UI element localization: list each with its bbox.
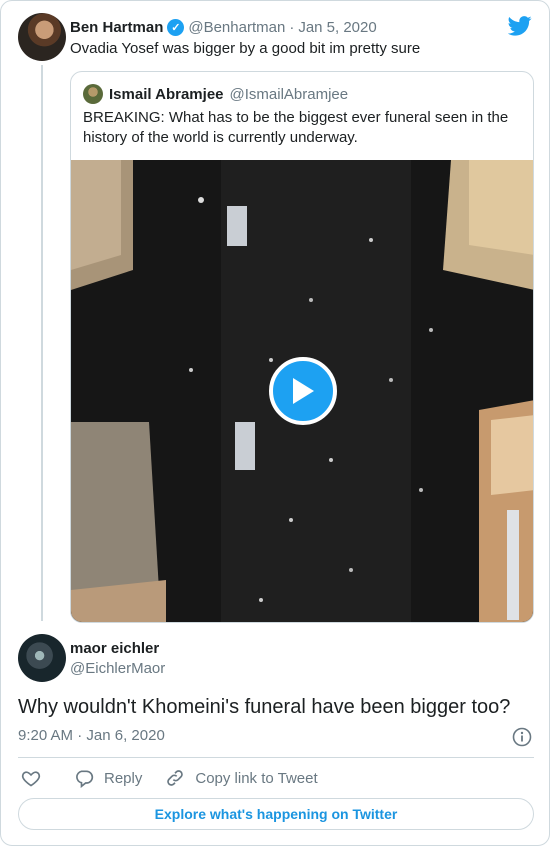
info-icon[interactable]: [512, 727, 532, 747]
quoted-tweet[interactable]: Ismail Abramjee @IsmailAbramjee BREAKING…: [70, 71, 534, 623]
quoted-author-handle: @IsmailAbramjee: [229, 85, 349, 103]
tweet-text: Ovadia Yosef was bigger by a good bit im…: [70, 40, 421, 57]
play-button[interactable]: [269, 357, 337, 425]
play-icon: [293, 378, 314, 404]
copy-link-button[interactable]: Copy link to Tweet: [165, 768, 318, 788]
verified-badge-icon: ✓: [167, 18, 185, 36]
explore-twitter-button[interactable]: Explore what's happening on Twitter: [18, 798, 534, 830]
reply-button[interactable]: Reply: [74, 768, 142, 788]
reply-date: Jan 6, 2020: [86, 727, 165, 744]
reply-avatar[interactable]: [18, 634, 66, 682]
reply-author-handle[interactable]: @EichlerMaor: [70, 660, 165, 677]
like-button[interactable]: [21, 768, 41, 788]
author-handle[interactable]: @Benhartman: [188, 19, 285, 36]
tweet-date[interactable]: Jan 5, 2020: [298, 19, 376, 36]
link-icon: [167, 770, 184, 786]
reply-time: 9:20 AM: [18, 727, 74, 744]
separator: ·: [77, 727, 83, 744]
embedded-tweet-card: Ben Hartman ✓ @Benhartman · Jan 5, 2020 …: [0, 0, 550, 846]
reply-timestamp[interactable]: 9:20 AM · Jan 6, 2020: [18, 727, 165, 744]
video-thumbnail[interactable]: [71, 160, 533, 622]
reply-author-name[interactable]: maor eichler: [70, 640, 159, 657]
divider: [18, 757, 534, 758]
reply-icon: [76, 770, 94, 788]
quoted-tweet-text: BREAKING: What has to be the biggest eve…: [83, 109, 509, 146]
quoted-tweet-header: Ismail Abramjee @IsmailAbramjee: [83, 84, 348, 104]
avatar[interactable]: [18, 13, 66, 61]
separator: ·: [289, 18, 295, 36]
twitter-bird-icon[interactable]: [508, 15, 532, 37]
tweet-actions: Reply Copy link to Tweet: [18, 766, 318, 790]
reply-tweet-text: Why wouldn't Khomeini's funeral have bee…: [18, 696, 511, 718]
thread-connector-line: [41, 65, 43, 621]
quoted-author-name: Ismail Abramjee: [109, 85, 224, 103]
quoted-avatar: [83, 84, 103, 104]
reply-label: Reply: [104, 769, 143, 787]
copy-link-label: Copy link to Tweet: [195, 769, 318, 787]
author-name[interactable]: Ben Hartman: [70, 19, 163, 36]
heart-icon: [21, 771, 41, 787]
tweet-header: Ben Hartman ✓ @Benhartman · Jan 5, 2020: [70, 17, 377, 37]
